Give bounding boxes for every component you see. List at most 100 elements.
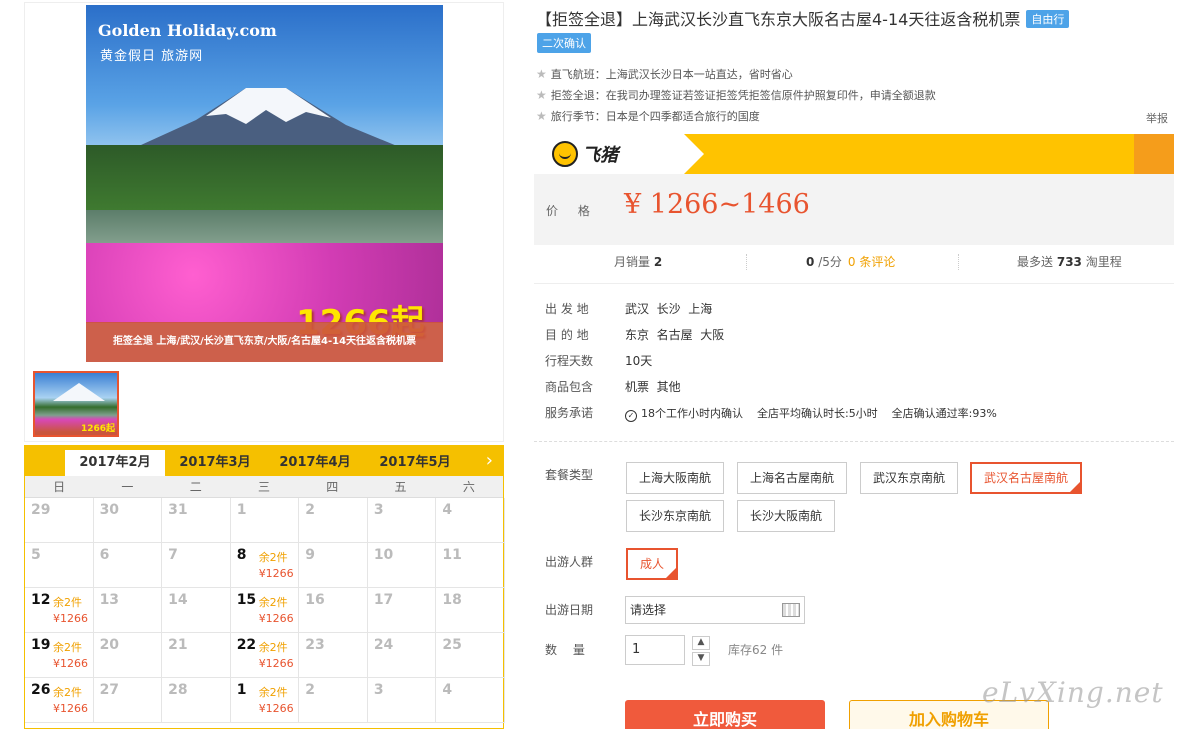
attr-includes: 商品包含 机票 其他	[545, 374, 997, 400]
report-link[interactable]: 举报	[1146, 110, 1168, 126]
calendar-day: 20	[93, 633, 163, 678]
calendar-day-number: 13	[99, 592, 120, 608]
month-tab-1[interactable]: 2017年2月	[65, 450, 165, 476]
price-panel: 飞猪 价 格 ¥ 1266~1466	[534, 134, 1174, 245]
calendar-day: 13	[93, 588, 163, 633]
attr-key: 出 发 地	[545, 302, 589, 316]
calendar-grid: 29 30 31 1 2 3 4 5 6 7 8 余2件 ¥1266 9 10 11 12 余2件 ¥1266 13 1…	[25, 498, 505, 723]
calendar-day-number: 19	[31, 637, 51, 653]
weekday-label: 六	[462, 480, 475, 494]
brand-strip-wedge	[684, 134, 704, 174]
calendar-day: 5	[25, 543, 94, 588]
attr-value: 10天	[625, 354, 653, 368]
mileage-prefix: 最多送	[1017, 255, 1054, 269]
calendar-day-stock: 余2件	[258, 551, 288, 564]
image-thumbnail[interactable]: 1266起	[33, 371, 119, 437]
calendar-icon[interactable]	[782, 603, 800, 617]
month-tab-3[interactable]: 2017年4月	[265, 450, 365, 476]
fliggy-logo: 飞猪	[552, 141, 618, 167]
package-option[interactable]: 长沙东京南航	[626, 500, 725, 532]
calendar-day-number: 15	[236, 592, 257, 608]
calendar-day: 18	[436, 588, 505, 633]
calendar-day[interactable]: 19 余2件 ¥1266	[25, 633, 94, 678]
calendar-day-number: 17	[373, 592, 394, 608]
calendar-day: 31	[162, 498, 231, 543]
calendar-day-price: ¥1266	[258, 702, 294, 715]
watermark: eLvXing.net	[982, 676, 1164, 709]
attr-key: 服务承诺	[545, 406, 594, 420]
month-tab-2[interactable]: 2017年3月	[165, 450, 265, 476]
calendar-day[interactable]: 26 余2件 ¥1266	[25, 678, 94, 723]
section-divider	[534, 441, 1174, 442]
main-product-image[interactable]: Golden Holiday.com 黄金假日 旅游网 1266起 拒签全退 上…	[86, 5, 443, 362]
calendar-day-number: 24	[373, 637, 394, 653]
price-calendar: 2017年2月 2017年3月 2017年4月 2017年5月 › 日 一 二 …	[24, 445, 505, 729]
calendar-day[interactable]: 15 余2件 ¥1266	[230, 588, 300, 633]
traveler-option-selected[interactable]: 成人	[626, 548, 679, 580]
quantity-up-icon[interactable]: ▲	[692, 636, 710, 650]
calendar-day-price: ¥1266	[258, 612, 294, 625]
calendar-day: 30	[93, 498, 163, 543]
calendar-day[interactable]: 22 余2件 ¥1266	[230, 633, 300, 678]
calendar-day[interactable]: 12 余2件 ¥1266	[25, 588, 94, 633]
calendar-day-number: 28	[168, 682, 188, 698]
calendar-month-tabs: 2017年2月 2017年3月 2017年4月 2017年5月 ›	[25, 446, 503, 476]
star-icon: ★	[536, 88, 547, 102]
calendar-day: 4	[436, 678, 505, 723]
travel-date-label: 出游日期	[545, 603, 594, 617]
calendar-day: 14	[162, 588, 231, 633]
calendar-day[interactable]: 8 余2件 ¥1266	[230, 543, 300, 588]
weekday-label: 三	[257, 480, 270, 494]
selling-point: ★ 直飞航班：上海武汉长沙日本一站直达，省时省心	[536, 64, 1176, 85]
package-option-selected[interactable]: 武汉名古屋南航	[970, 462, 1083, 494]
calendar-day-number: 9	[305, 547, 315, 563]
reviews-link[interactable]: 0 条评论	[848, 255, 895, 269]
price-label: 价 格	[546, 204, 598, 218]
calendar-day-number: 31	[168, 502, 188, 518]
calendar-day-number: 20	[99, 637, 120, 653]
buy-now-button[interactable]: 立即购买	[625, 700, 825, 729]
traveler-type-label: 出游人群	[545, 555, 594, 569]
attr-days: 行程天数 10天	[545, 348, 997, 374]
calendar-day-number: 27	[99, 682, 120, 698]
calendar-day-number: 30	[99, 502, 120, 518]
attr-key: 目 的 地	[545, 328, 589, 342]
package-option[interactable]: 武汉东京南航	[860, 462, 959, 494]
image-caption: 拒签全退 上海/武汉/长沙直飞东京/大阪/名古屋4-14天往返含税机票	[86, 322, 443, 362]
calendar-day: 2	[299, 678, 368, 723]
selling-point-text: 旅行季节：日本是个四季都适合旅行的国度	[550, 110, 760, 123]
weekday-label: 二	[189, 480, 202, 494]
attr-value: 机票 其他	[625, 380, 681, 394]
monthly-sales: 月销量 2	[614, 252, 662, 272]
quantity-input[interactable]: 1	[625, 635, 685, 665]
calendar-day-number: 7	[168, 547, 178, 563]
brand-logo-cn: 黄金假日 旅游网	[100, 49, 204, 64]
fliggy-logo-icon	[552, 141, 578, 167]
quantity-down-icon[interactable]: ▼	[692, 652, 710, 666]
month-tab-4[interactable]: 2017年5月	[365, 450, 465, 476]
star-icon: ★	[536, 67, 547, 81]
package-type-label: 套餐类型	[545, 468, 594, 482]
calendar-day: 27	[93, 678, 163, 723]
calendar-day: 1	[230, 498, 300, 543]
package-option[interactable]: 上海大阪南航	[626, 462, 725, 494]
calendar-day[interactable]: 1 余2件 ¥1266	[230, 678, 300, 723]
calendar-day-price: ¥1266	[53, 612, 88, 625]
calendar-day-number: 4	[442, 502, 453, 518]
selling-points: ★ 直飞航班：上海武汉长沙日本一站直达，省时省心 ★ 拒签全退：在我司办理签证若签证…	[536, 64, 1176, 127]
calendar-day-price: ¥1266	[258, 657, 294, 670]
calendar-day: 2	[299, 498, 368, 543]
calendar-day: 16	[299, 588, 368, 633]
calendar-day-number: 3	[373, 502, 384, 518]
travel-date-picker[interactable]: 请选择	[625, 596, 805, 624]
package-option[interactable]: 上海名古屋南航	[737, 462, 848, 494]
selling-point-text: 拒签全退：在我司办理签证若签证拒签凭拒签信原件护照复印件，申请全额退款	[550, 89, 936, 102]
travel-date-value: 请选择	[630, 603, 667, 617]
calendar-day-number: 29	[31, 502, 51, 518]
package-option[interactable]: 长沙大阪南航	[737, 500, 836, 532]
attr-destination: 目 的 地 东京 名古屋 大阪	[545, 322, 997, 348]
calendar-day-number: 14	[168, 592, 188, 608]
attr-value: 东京 名古屋 大阪	[625, 328, 725, 342]
chevron-right-icon[interactable]: ›	[486, 450, 493, 471]
stat-divider	[958, 254, 959, 270]
